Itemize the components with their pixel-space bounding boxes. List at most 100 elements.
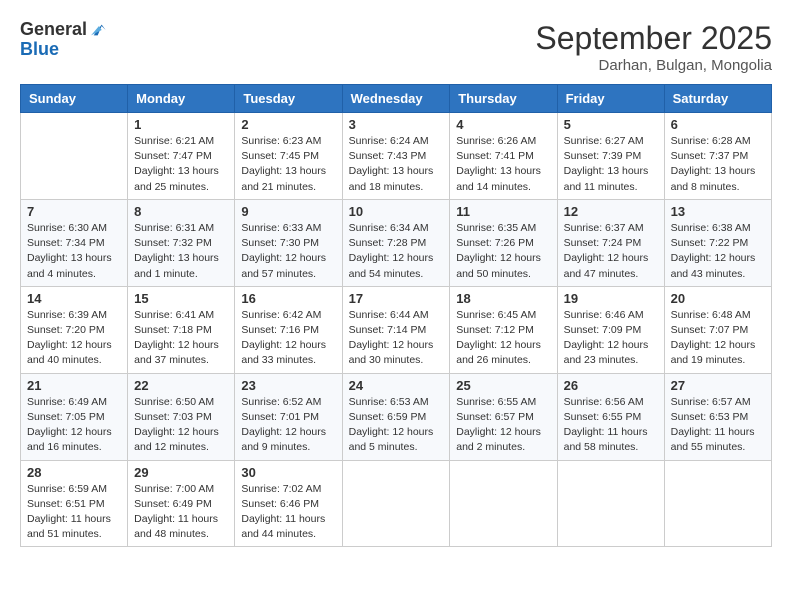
header-sunday: Sunday (21, 85, 128, 113)
day-info: Sunrise: 6:39 AMSunset: 7:20 PMDaylight:… (27, 308, 121, 369)
logo-general: General (20, 20, 87, 40)
day-info: Sunrise: 6:31 AMSunset: 7:32 PMDaylight:… (134, 221, 228, 282)
header-monday: Monday (128, 85, 235, 113)
table-row: 10 Sunrise: 6:34 AMSunset: 7:28 PMDayligh… (342, 199, 450, 286)
page-header: General Blue September 2025 Darhan, Bulg… (20, 20, 772, 74)
table-row: 13 Sunrise: 6:38 AMSunset: 7:22 PMDayligh… (664, 199, 771, 286)
day-number: 6 (671, 117, 765, 132)
day-number: 25 (456, 378, 550, 393)
table-row: 4 Sunrise: 6:26 AMSunset: 7:41 PMDaylight… (450, 113, 557, 200)
month-title: September 2025 (535, 20, 772, 57)
day-info: Sunrise: 6:33 AMSunset: 7:30 PMDaylight:… (241, 221, 335, 282)
logo-blue: Blue (20, 40, 59, 60)
day-info: Sunrise: 6:45 AMSunset: 7:12 PMDaylight:… (456, 308, 550, 369)
header-wednesday: Wednesday (342, 85, 450, 113)
day-info: Sunrise: 6:49 AMSunset: 7:05 PMDaylight:… (27, 395, 121, 456)
table-row: 26Sunrise: 6:56 AMSunset: 6:55 PMDayligh… (557, 373, 664, 460)
table-row: 5 Sunrise: 6:27 AMSunset: 7:39 PMDaylight… (557, 113, 664, 200)
day-info: Sunrise: 6:55 AMSunset: 6:57 PMDaylight:… (456, 395, 550, 456)
day-number: 1 (134, 117, 228, 132)
table-row: 8 Sunrise: 6:31 AMSunset: 7:32 PMDaylight… (128, 199, 235, 286)
location-subtitle: Darhan, Bulgan, Mongolia (535, 57, 772, 74)
calendar-week-row: 7Sunrise: 6:30 AMSunset: 7:34 PMDaylight… (21, 199, 772, 286)
table-row (450, 460, 557, 547)
table-row (664, 460, 771, 547)
day-info: Sunrise: 6:38 AMSunset: 7:22 PMDaylight:… (671, 221, 765, 282)
day-number: 11 (456, 204, 550, 219)
table-row: 16Sunrise: 6:42 AMSunset: 7:16 PMDayligh… (235, 286, 342, 373)
day-info: Sunrise: 6:21 AMSunset: 7:47 PMDaylight:… (134, 134, 228, 195)
day-info: Sunrise: 7:02 AMSunset: 6:46 PMDaylight:… (241, 482, 335, 543)
table-row: 9 Sunrise: 6:33 AMSunset: 7:30 PMDaylight… (235, 199, 342, 286)
table-row: 15 Sunrise: 6:41 AMSunset: 7:18 PMDayligh… (128, 286, 235, 373)
day-number: 5 (564, 117, 658, 132)
table-row: 22 Sunrise: 6:50 AMSunset: 7:03 PMDayligh… (128, 373, 235, 460)
header-thursday: Thursday (450, 85, 557, 113)
calendar-week-row: 21 Sunrise: 6:49 AMSunset: 7:05 PMDayligh… (21, 373, 772, 460)
day-info: Sunrise: 6:59 AMSunset: 6:51 PMDaylight:… (27, 482, 121, 543)
table-row: 11 Sunrise: 6:35 AMSunset: 7:26 PMDayligh… (450, 199, 557, 286)
day-number: 9 (241, 204, 335, 219)
table-row: 2 Sunrise: 6:23 AMSunset: 7:45 PMDaylight… (235, 113, 342, 200)
table-row: 23 Sunrise: 6:52 AMSunset: 7:01 PMDayligh… (235, 373, 342, 460)
day-number: 23 (241, 378, 335, 393)
day-info: Sunrise: 6:35 AMSunset: 7:26 PMDaylight:… (456, 221, 550, 282)
day-info: Sunrise: 6:28 AMSunset: 7:37 PMDaylight:… (671, 134, 765, 195)
day-info: Sunrise: 6:34 AMSunset: 7:28 PMDaylight:… (349, 221, 444, 282)
table-row: 18Sunrise: 6:45 AMSunset: 7:12 PMDayligh… (450, 286, 557, 373)
day-info: Sunrise: 6:26 AMSunset: 7:41 PMDaylight:… (456, 134, 550, 195)
day-info: Sunrise: 6:53 AMSunset: 6:59 PMDaylight:… (349, 395, 444, 456)
table-row: 3 Sunrise: 6:24 AMSunset: 7:43 PMDaylight… (342, 113, 450, 200)
calendar-week-row: 28 Sunrise: 6:59 AMSunset: 6:51 PMDayligh… (21, 460, 772, 547)
day-number: 27 (671, 378, 765, 393)
day-number: 16 (241, 291, 335, 306)
table-row: 6 Sunrise: 6:28 AMSunset: 7:37 PMDaylight… (664, 113, 771, 200)
day-number: 14 (27, 291, 121, 306)
day-number: 13 (671, 204, 765, 219)
calendar-week-row: 14 Sunrise: 6:39 AMSunset: 7:20 PMDayligh… (21, 286, 772, 373)
day-number: 15 (134, 291, 228, 306)
day-number: 2 (241, 117, 335, 132)
day-info: Sunrise: 6:41 AMSunset: 7:18 PMDaylight:… (134, 308, 228, 369)
calendar-table: Sunday Monday Tuesday Wednesday Thursday… (20, 84, 772, 547)
table-row: 20 Sunrise: 6:48 AMSunset: 7:07 PMDayligh… (664, 286, 771, 373)
day-info: Sunrise: 6:23 AMSunset: 7:45 PMDaylight:… (241, 134, 335, 195)
day-info: Sunrise: 6:57 AMSunset: 6:53 PMDaylight:… (671, 395, 765, 456)
table-row: 24Sunrise: 6:53 AMSunset: 6:59 PMDayligh… (342, 373, 450, 460)
table-row: 27 Sunrise: 6:57 AMSunset: 6:53 PMDayligh… (664, 373, 771, 460)
table-row: 17 Sunrise: 6:44 AMSunset: 7:14 PMDayligh… (342, 286, 450, 373)
day-info: Sunrise: 6:30 AMSunset: 7:34 PMDaylight:… (27, 221, 121, 282)
day-number: 12 (564, 204, 658, 219)
day-number: 22 (134, 378, 228, 393)
table-row (21, 113, 128, 200)
table-row: 30 Sunrise: 7:02 AMSunset: 6:46 PMDayligh… (235, 460, 342, 547)
table-row: 1 Sunrise: 6:21 AMSunset: 7:47 PMDaylight… (128, 113, 235, 200)
day-info: Sunrise: 6:24 AMSunset: 7:43 PMDaylight:… (349, 134, 444, 195)
day-info: Sunrise: 6:52 AMSunset: 7:01 PMDaylight:… (241, 395, 335, 456)
day-info: Sunrise: 6:27 AMSunset: 7:39 PMDaylight:… (564, 134, 658, 195)
day-number: 17 (349, 291, 444, 306)
table-row: 19Sunrise: 6:46 AMSunset: 7:09 PMDayligh… (557, 286, 664, 373)
day-number: 4 (456, 117, 550, 132)
day-number: 19 (564, 291, 658, 306)
day-number: 10 (349, 204, 444, 219)
calendar-week-row: 1 Sunrise: 6:21 AMSunset: 7:47 PMDaylight… (21, 113, 772, 200)
day-number: 29 (134, 465, 228, 480)
day-number: 20 (671, 291, 765, 306)
table-row (557, 460, 664, 547)
calendar-header-row: Sunday Monday Tuesday Wednesday Thursday… (21, 85, 772, 113)
day-number: 8 (134, 204, 228, 219)
table-row: 29Sunrise: 7:00 AMSunset: 6:49 PMDayligh… (128, 460, 235, 547)
day-number: 21 (27, 378, 121, 393)
header-saturday: Saturday (664, 85, 771, 113)
day-number: 3 (349, 117, 444, 132)
logo: General Blue (20, 20, 107, 60)
day-info: Sunrise: 6:44 AMSunset: 7:14 PMDaylight:… (349, 308, 444, 369)
logo-icon (87, 20, 107, 40)
day-info: Sunrise: 6:48 AMSunset: 7:07 PMDaylight:… (671, 308, 765, 369)
header-tuesday: Tuesday (235, 85, 342, 113)
day-number: 28 (27, 465, 121, 480)
day-number: 30 (241, 465, 335, 480)
day-info: Sunrise: 6:37 AMSunset: 7:24 PMDaylight:… (564, 221, 658, 282)
day-info: Sunrise: 6:50 AMSunset: 7:03 PMDaylight:… (134, 395, 228, 456)
